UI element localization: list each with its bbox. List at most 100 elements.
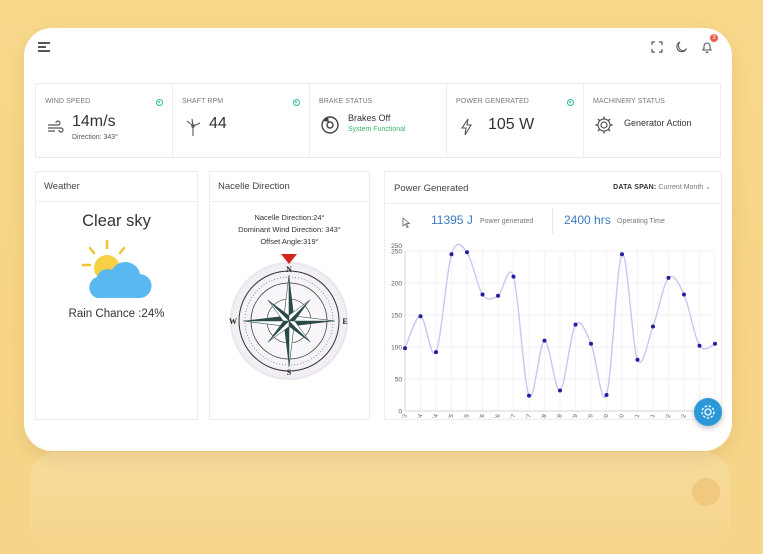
compass-rose: N S E W <box>229 254 348 380</box>
x-tick-label: 9-16:47 <box>521 414 533 418</box>
x-tick-label: 9-16:44 <box>412 413 425 418</box>
nacelle-panel: Nacelle Direction Nacelle Direction:24° … <box>209 171 370 420</box>
power-panel: Power Generated DATA SPAN: Current Month… <box>384 171 722 420</box>
panel-header-bar: Power Generated DATA SPAN: Current Month… <box>385 172 721 204</box>
status-dot-icon <box>293 99 300 106</box>
data-point <box>434 350 438 355</box>
cursor-icon <box>402 217 411 228</box>
y-tick-label: 50 <box>395 377 403 384</box>
stat-sub: Direction: 343° <box>72 134 118 141</box>
data-point <box>713 341 717 346</box>
data-point <box>635 357 640 362</box>
x-tick-label: 9-16:47 <box>505 414 517 418</box>
weather-condition: Clear sky <box>82 212 151 230</box>
time-kpi-label: Operating Time <box>617 218 665 225</box>
compass-s: S <box>287 368 292 377</box>
stat-value: 44 <box>209 115 227 132</box>
x-tick-label: 9-16:45 <box>443 414 455 418</box>
time-kpi-value: 2400 hrs <box>564 213 611 227</box>
y-tick-label: 100 <box>391 345 402 352</box>
x-tick-label: 9-16:44 <box>428 413 441 418</box>
data-point <box>604 393 609 397</box>
panel-header: Nacelle Direction <box>210 172 369 202</box>
compass-n: N <box>286 265 292 274</box>
x-tick-label: 9-16:52 <box>660 414 672 418</box>
data-point <box>666 275 671 280</box>
menu-icon[interactable] <box>38 42 50 52</box>
data-point <box>511 274 516 279</box>
brake-disc-icon <box>321 116 339 134</box>
offset-angle-text: Offset Angle:319° <box>260 237 319 246</box>
x-tick-label: 9-16:49 <box>583 414 595 418</box>
stat-wind-speed: WIND SPEED 14m/s Direction: 343° <box>36 84 173 157</box>
panel-header: Power Generated <box>394 183 469 194</box>
wind-icon <box>48 120 64 133</box>
stat-brake-status: BRAKE STATUS Brakes Off System Functiona… <box>310 84 447 157</box>
stats-row: WIND SPEED 14m/s Direction: 343° SHAFT R… <box>35 83 721 158</box>
data-point <box>496 293 500 298</box>
settings-fab-button[interactable] <box>694 398 722 426</box>
gear-icon <box>701 405 715 419</box>
y-tick-label: 250 <box>391 243 402 250</box>
top-bar: 3 <box>24 28 732 68</box>
weather-panel: Weather Clear sky Rain Chance :24% <box>35 171 198 420</box>
data-point <box>558 388 562 393</box>
stat-power-generated: POWER GENERATED 105 W <box>447 84 584 157</box>
partly-cloudy-icon <box>81 239 152 299</box>
data-point <box>573 322 578 327</box>
data-span-select[interactable]: DATA SPAN: Current Month ⌄ <box>613 183 711 191</box>
fullscreen-icon[interactable] <box>650 40 664 54</box>
x-tick-label: 9-16:48 <box>552 414 564 418</box>
power-line-chart: 0501001502002502509-16:439-16:449-16:449… <box>391 243 719 418</box>
x-tick-label: 9-16:50 <box>614 414 626 418</box>
x-tick-label: 9-16:51 <box>629 414 641 418</box>
data-point <box>620 252 624 257</box>
stat-shaft-rpm: SHAFT RPM 44 <box>173 84 310 157</box>
dominant-wind-text: Dominant Wind Direction: 343° <box>238 225 341 234</box>
fab-reflection <box>692 478 720 506</box>
nacelle-direction-text: Nacelle Direction:24° <box>254 213 325 222</box>
compass-e: E <box>342 317 347 326</box>
data-point <box>418 314 423 319</box>
stat-title: Brakes Off <box>348 113 391 123</box>
stat-label: BRAKE STATUS <box>319 98 373 105</box>
x-tick-label: 9-16:49 <box>567 414 579 418</box>
x-tick-label: 9-16:46 <box>490 414 502 418</box>
y-tick-label: 150 <box>391 313 402 320</box>
dashboard-window: 3 WIND SPEED 14m/s Direction: 343° SHAFT… <box>24 28 732 451</box>
stat-value: 14m/s <box>72 113 116 130</box>
bell-icon[interactable] <box>700 40 714 54</box>
stat-label: POWER GENERATED <box>456 98 529 105</box>
kpi-divider <box>552 208 553 234</box>
rain-chance: Rain Chance :24% <box>68 308 165 320</box>
y-tick-label: 0 <box>398 409 402 416</box>
stat-value: 105 W <box>488 116 535 133</box>
compass-w: W <box>229 317 237 326</box>
x-tick-label: 9-16:48 <box>536 414 548 418</box>
data-span-label: DATA SPAN: <box>613 184 657 191</box>
nacelle-info: Nacelle Direction:24° Dominant Wind Dire… <box>210 212 369 248</box>
stat-label: WIND SPEED <box>45 98 91 105</box>
data-point <box>465 250 469 255</box>
data-point <box>480 292 485 297</box>
data-point <box>682 292 686 297</box>
gear-icon <box>595 116 613 134</box>
notification-badge: 3 <box>710 34 718 42</box>
stat-sub: System Functional <box>348 126 406 133</box>
status-dot-icon <box>156 99 163 106</box>
data-point <box>403 346 407 351</box>
data-point <box>449 252 454 257</box>
y-tick-label: 200 <box>391 281 402 288</box>
x-tick-label: 9-16:51 <box>645 414 657 418</box>
data-point <box>527 393 531 398</box>
stat-title: Generator Action <box>624 118 692 128</box>
x-tick-label: 9-16:50 <box>598 414 610 418</box>
x-tick-label: 9-16:45 <box>459 414 471 418</box>
lightning-icon <box>460 118 472 136</box>
stat-label: MACHINERY STATUS <box>593 98 665 105</box>
card-reflection <box>30 452 730 552</box>
stat-label: SHAFT RPM <box>182 98 224 105</box>
data-span-value: Current Month <box>658 184 704 191</box>
x-tick-label: 9-16:52 <box>676 414 688 418</box>
moon-icon[interactable] <box>675 40 689 54</box>
